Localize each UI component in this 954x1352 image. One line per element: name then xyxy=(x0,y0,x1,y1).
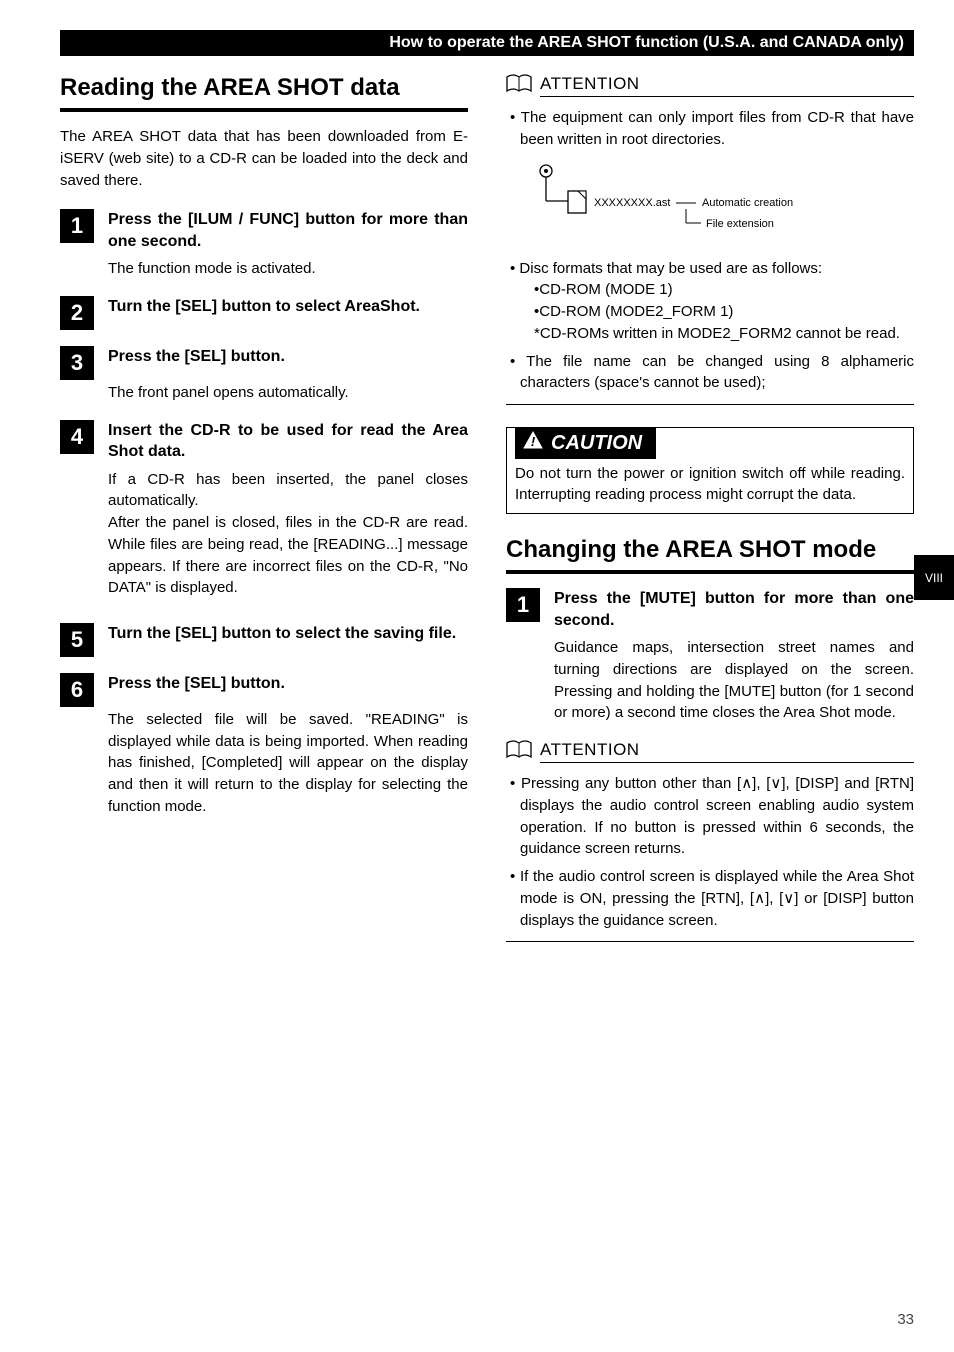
step-2: 2 Turn the [SEL] button to select AreaSh… xyxy=(60,296,468,330)
step-1-changing: 1 Press the [MUTE] button for more than … xyxy=(506,588,914,724)
caution-box: ! CAUTION Do not turn the power or ignit… xyxy=(506,427,914,514)
right-column: ATTENTION The equipment can only import … xyxy=(506,74,914,942)
caution-title-row: ! CAUTION xyxy=(507,428,913,459)
step-heading: Turn the [SEL] button to select the savi… xyxy=(108,623,468,645)
divider xyxy=(540,762,914,763)
attention-label: ATTENTION xyxy=(540,74,640,94)
side-tab: VIII xyxy=(914,555,954,600)
diagram-svg: XXXXXXXX.ast Automatic creation File ext… xyxy=(526,161,846,241)
list-item: If the audio control screen is displayed… xyxy=(506,866,914,931)
divider xyxy=(506,570,914,574)
step-heading: Press the [SEL] button. xyxy=(108,346,468,368)
step-6: 6 Press the [SEL] button. The selected f… xyxy=(60,673,468,817)
step-number: 4 xyxy=(60,420,94,454)
step-number: 5 xyxy=(60,623,94,657)
caution-title-text: CAUTION xyxy=(551,429,642,457)
step-number: 6 xyxy=(60,673,94,707)
step-body: Press the [SEL] button. The selected fil… xyxy=(108,673,468,817)
list-item: The equipment can only import files from… xyxy=(506,107,914,151)
diagram-ext-label: File extension xyxy=(706,218,774,230)
step-1: 1 Press the [ILUM / FUNC] button for mor… xyxy=(60,209,468,280)
section-title-reading: Reading the AREA SHOT data xyxy=(60,74,468,102)
step-heading: Insert the CD-R to be used for read the … xyxy=(108,420,468,463)
step-body: Press the [MUTE] button for more than on… xyxy=(554,588,914,724)
step-5: 5 Turn the [SEL] button to select the sa… xyxy=(60,623,468,657)
list-item: Disc formats that may be used are as fol… xyxy=(506,258,914,345)
step-heading: Turn the [SEL] button to select AreaShot… xyxy=(108,296,468,318)
svg-text:!: ! xyxy=(531,434,536,449)
step-heading: Press the [MUTE] button for more than on… xyxy=(554,588,914,631)
diagram-filename: XXXXXXXX.ast xyxy=(594,197,670,209)
step-4: 4 Insert the CD-R to be used for read th… xyxy=(60,420,468,600)
page: VIII How to operate the AREA SHOT functi… xyxy=(0,0,954,1352)
step-number: 2 xyxy=(60,296,94,330)
step-heading: Press the [ILUM / FUNC] button for more … xyxy=(108,209,468,252)
sub-item: *CD-ROMs written in MODE2_FORM2 cannot b… xyxy=(520,323,914,345)
divider xyxy=(60,108,468,112)
step-body: Turn the [SEL] button to select the savi… xyxy=(108,623,468,657)
two-columns: Reading the AREA SHOT data The AREA SHOT… xyxy=(60,74,914,942)
divider xyxy=(506,941,914,942)
step-body: Press the [SEL] button. The front panel … xyxy=(108,346,468,403)
divider xyxy=(540,96,914,97)
caution-body: Do not turn the power or ignition switch… xyxy=(515,463,905,505)
step-body: Press the [ILUM / FUNC] button for more … xyxy=(108,209,468,280)
book-icon xyxy=(506,74,532,94)
attention-list: The equipment can only import files from… xyxy=(506,107,914,151)
step-heading: Press the [SEL] button. xyxy=(108,673,468,695)
attention-heading: ATTENTION xyxy=(506,740,914,760)
warning-icon: ! xyxy=(523,429,543,457)
step-number: 3 xyxy=(60,346,94,380)
step-body: Turn the [SEL] button to select AreaShot… xyxy=(108,296,468,330)
list-item: The file name can be changed using 8 alp… xyxy=(506,351,914,395)
attention-list-cont: Disc formats that may be used are as fol… xyxy=(506,258,914,395)
sub-item: •CD-ROM (MODE2_FORM 1) xyxy=(520,301,914,323)
attention-heading: ATTENTION xyxy=(506,74,914,94)
divider xyxy=(506,404,914,405)
sub-item: •CD-ROM (MODE 1) xyxy=(520,279,914,301)
list-item: Pressing any button other than [∧], [∨],… xyxy=(506,773,914,860)
book-icon xyxy=(506,740,532,760)
step-description: The function mode is activated. xyxy=(108,258,468,280)
step-number: 1 xyxy=(506,588,540,622)
intro-text: The AREA SHOT data that has been downloa… xyxy=(60,126,468,191)
diagram-auto-label: Automatic creation xyxy=(702,197,793,209)
step-description: If a CD-R has been inserted, the panel c… xyxy=(108,469,468,600)
section-title-changing: Changing the AREA SHOT mode xyxy=(506,536,914,564)
attention-label: ATTENTION xyxy=(540,740,640,760)
step-number: 1 xyxy=(60,209,94,243)
caution-title: ! CAUTION xyxy=(515,427,656,459)
step-description: The front panel opens automatically. xyxy=(108,382,468,404)
step-description: Guidance maps, intersection street names… xyxy=(554,637,914,724)
attention-list-2: Pressing any button other than [∧], [∨],… xyxy=(506,773,914,931)
step-description: The selected file will be saved. "READIN… xyxy=(108,709,468,818)
page-number: 33 xyxy=(897,1311,914,1328)
step-3: 3 Press the [SEL] button. The front pane… xyxy=(60,346,468,403)
left-column: Reading the AREA SHOT data The AREA SHOT… xyxy=(60,74,468,942)
file-diagram: XXXXXXXX.ast Automatic creation File ext… xyxy=(526,161,914,246)
step-body: Insert the CD-R to be used for read the … xyxy=(108,420,468,600)
header-bar: How to operate the AREA SHOT function (U… xyxy=(60,30,914,56)
list-item-lead: Disc formats that may be used are as fol… xyxy=(519,260,822,277)
